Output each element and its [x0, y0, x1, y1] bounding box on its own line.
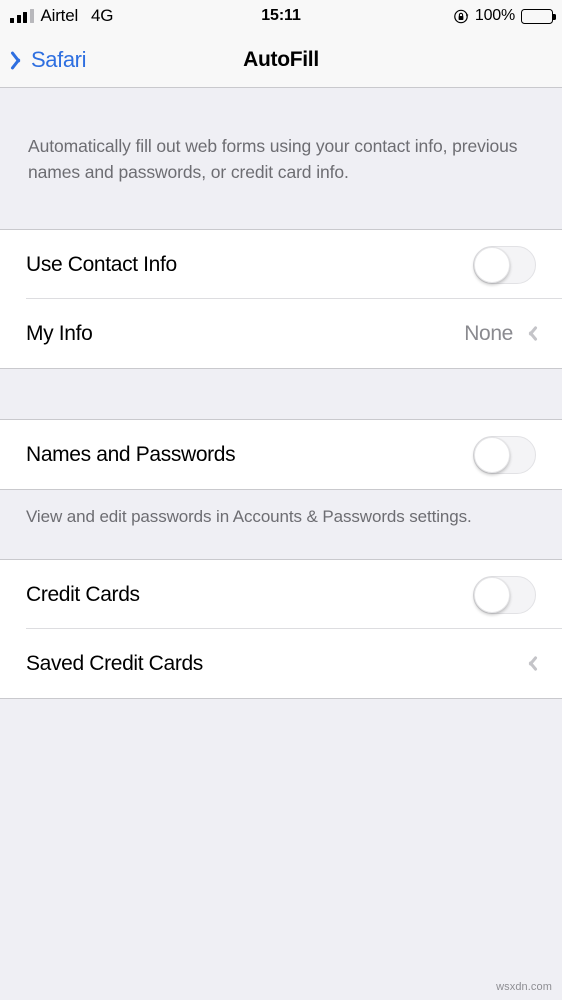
section-names-passwords: Names and Passwords [0, 419, 562, 490]
settings-content: Automatically fill out web forms using y… [0, 89, 562, 1000]
row-label: My Info [26, 321, 93, 345]
names-and-passwords-toggle[interactable] [473, 435, 536, 474]
phone-screen: Airtel 4G 15:11 100% Safari AutoFill Aut… [0, 0, 562, 1000]
page-title: AutoFill [243, 48, 319, 71]
row-credit-cards[interactable]: Credit Cards [0, 560, 562, 629]
status-bar: Airtel 4G 15:11 100% [0, 0, 562, 32]
section-contact-info: Use Contact Info My Info None [0, 229, 562, 369]
rotation-lock-icon [454, 9, 469, 24]
row-label: Credit Cards [26, 582, 140, 606]
row-saved-credit-cards[interactable]: Saved Credit Cards [0, 629, 562, 698]
section-credit-cards: Credit Cards Saved Credit Cards [0, 559, 562, 699]
my-info-value: None [464, 321, 513, 345]
row-my-info[interactable]: My Info None [0, 299, 562, 368]
section-gap [0, 369, 562, 419]
names-passwords-footer: View and edit passwords in Accounts & Pa… [0, 490, 562, 559]
battery-percent-label: 100% [474, 7, 515, 24]
battery-full-icon [521, 8, 556, 24]
watermark: wsxdn.com [496, 981, 552, 993]
use-contact-info-toggle[interactable] [473, 245, 536, 284]
credit-cards-toggle[interactable] [473, 575, 536, 614]
intro-description: Automatically fill out web forms using y… [28, 136, 518, 182]
row-label: Names and Passwords [26, 442, 236, 466]
chevron-right-icon [525, 654, 536, 673]
navigation-bar: Safari AutoFill [0, 32, 562, 88]
row-use-contact-info[interactable]: Use Contact Info [0, 230, 562, 299]
status-bar-right: 100% [454, 7, 556, 25]
row-names-and-passwords[interactable]: Names and Passwords [0, 420, 562, 489]
row-label: Saved Credit Cards [26, 651, 203, 675]
chevron-right-icon [525, 324, 536, 343]
row-label: Use Contact Info [26, 252, 177, 276]
